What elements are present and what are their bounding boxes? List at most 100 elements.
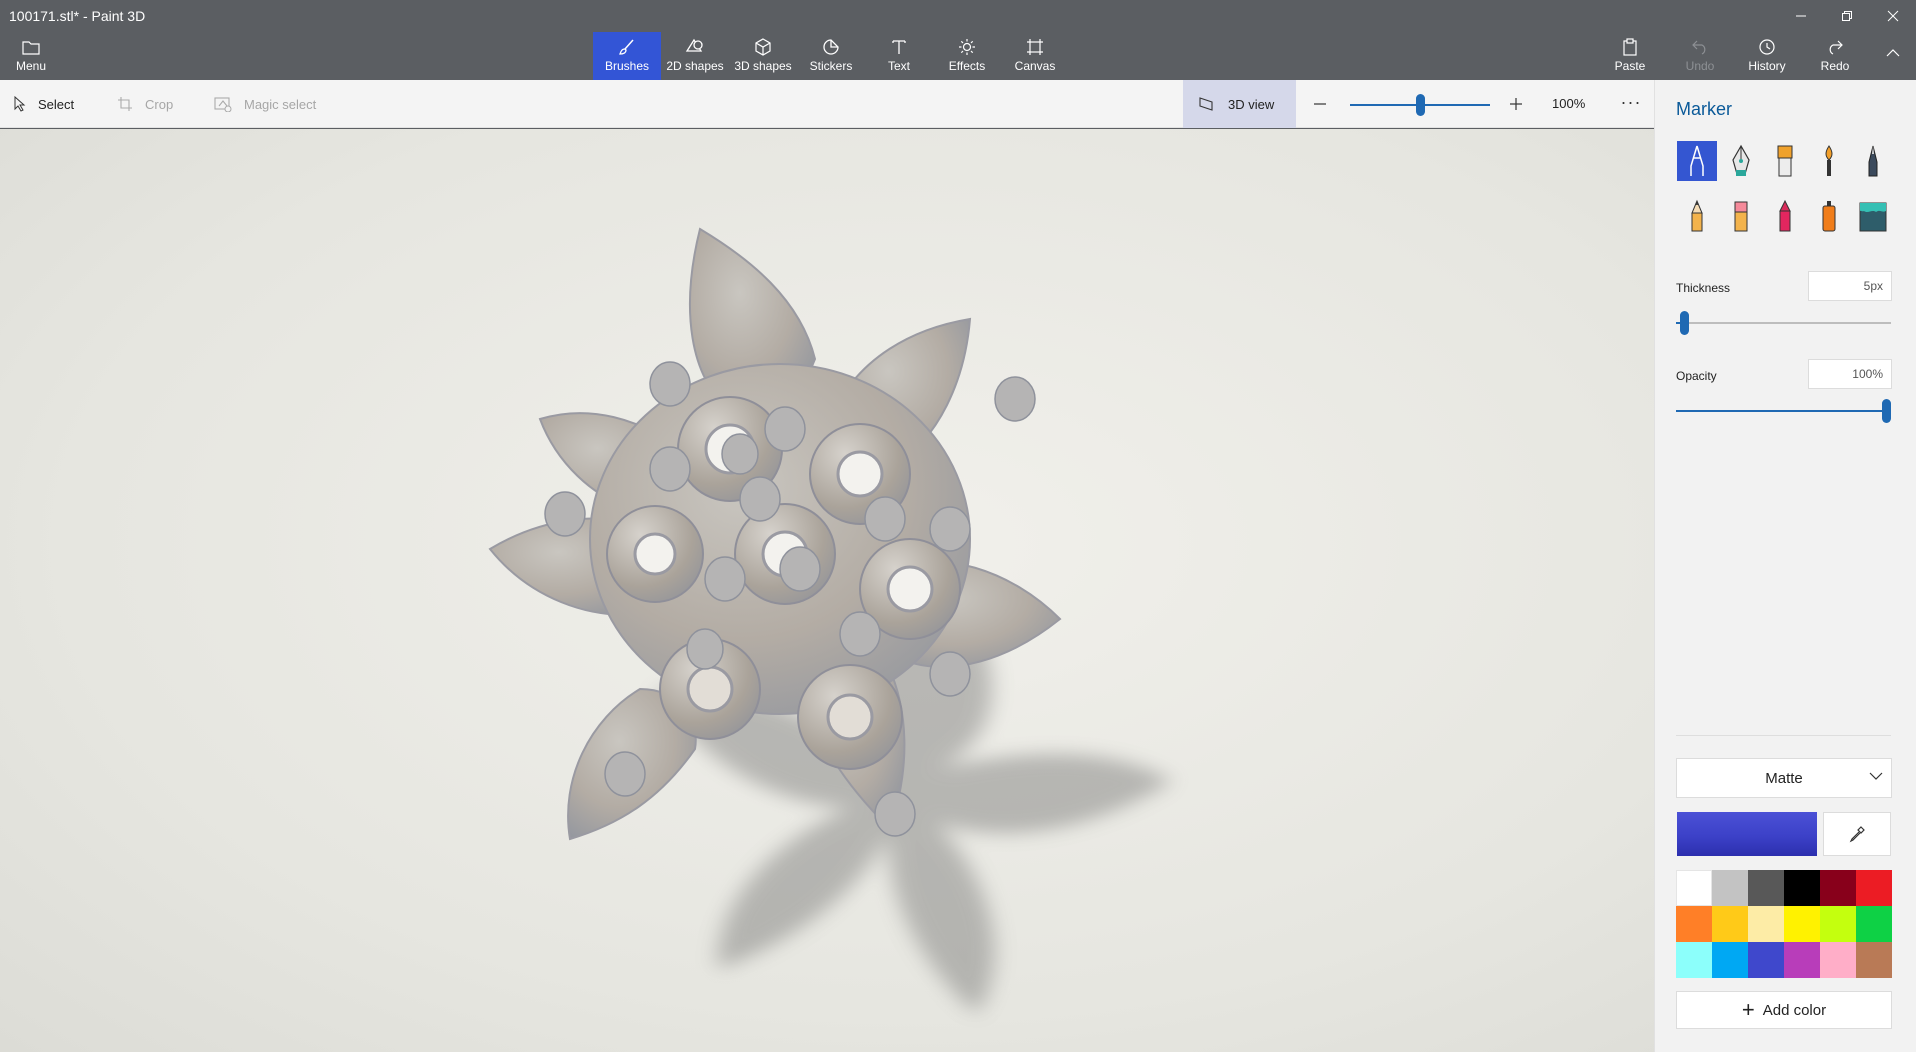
more-options-button[interactable]: ··· [1616,80,1646,128]
color-swatch[interactable] [1820,942,1856,978]
text-icon [892,40,906,54]
color-swatch[interactable] [1820,870,1856,906]
brush-spray-can[interactable] [1809,196,1849,236]
opacity-slider-thumb[interactable] [1882,399,1891,423]
tab-effects-label: Effects [948,59,986,73]
redo-button[interactable]: Redo [1805,32,1865,80]
zoom-value[interactable]: 100% [1552,80,1585,128]
brush-eraser[interactable] [1721,196,1761,236]
opacity-slider[interactable] [1676,399,1891,423]
plus-icon [1510,98,1522,110]
color-swatch[interactable] [1712,942,1748,978]
history-icon [1759,39,1775,55]
color-swatch[interactable] [1856,870,1892,906]
color-swatch[interactable] [1748,870,1784,906]
minimize-button[interactable] [1778,0,1824,32]
menu-button[interactable]: Menu [6,32,56,80]
brush-icon [619,39,634,55]
history-button[interactable]: History [1737,32,1797,80]
collapse-ribbon-button[interactable] [1878,32,1908,80]
color-swatch[interactable] [1820,906,1856,942]
brush-crayon[interactable] [1765,196,1805,236]
paste-button[interactable]: Paste [1600,32,1660,80]
zoom-in-button[interactable] [1501,80,1531,128]
stickers-icon [823,39,839,55]
close-button[interactable] [1870,0,1916,32]
color-swatch[interactable] [1748,942,1784,978]
panel-divider [1676,735,1891,736]
crop-tool[interactable]: Crop [117,80,173,128]
tab-brushes[interactable]: Brushes [593,32,661,80]
brush-oil[interactable] [1765,141,1805,181]
window-title: 100171.stl* - Paint 3D [9,8,146,24]
3d-model-view[interactable] [0,129,1654,1052]
crop-icon [118,97,132,111]
select-tool[interactable]: Select [14,80,74,128]
finish-dropdown[interactable]: Matte [1676,758,1892,798]
color-swatch[interactable] [1856,906,1892,942]
opacity-slider-fill [1676,410,1887,412]
brush-watercolor[interactable] [1809,141,1849,181]
tab-canvas-label: Canvas [1014,59,1056,73]
tab-3d-shapes[interactable]: 3D shapes [729,32,797,80]
undo-icon [1692,40,1706,55]
minus-icon [1314,103,1326,105]
zoom-out-button[interactable] [1305,80,1335,128]
tab-stickers[interactable]: Stickers [797,32,865,80]
crayon-icon [1779,199,1791,232]
opacity-input[interactable]: 100% [1808,359,1892,389]
thickness-input[interactable]: 5px [1808,271,1892,301]
pixel-pen-icon [1868,145,1878,177]
menu-label: Menu [15,59,47,73]
undo-button[interactable]: Undo [1670,32,1730,80]
color-swatch[interactable] [1676,906,1712,942]
magic-select-tool[interactable]: Magic select [214,80,316,128]
brush-pencil[interactable] [1677,196,1717,236]
thickness-slider[interactable] [1676,311,1891,335]
color-swatch[interactable] [1712,906,1748,942]
zoom-slider-thumb[interactable] [1416,94,1425,116]
finish-value: Matte [1765,769,1803,787]
select-label: Select [38,96,75,112]
thickness-slider-thumb[interactable] [1680,311,1689,335]
restore-button[interactable] [1824,0,1870,32]
tab-text[interactable]: Text [865,32,933,80]
paste-label: Paste [1614,59,1646,73]
color-swatch[interactable] [1676,870,1712,906]
eyedropper-button[interactable] [1823,812,1891,856]
color-palette [1676,870,1892,978]
color-swatch[interactable] [1676,942,1712,978]
add-color-button[interactable]: + Add color [1676,991,1892,1029]
color-swatch[interactable] [1856,942,1892,978]
color-swatch[interactable] [1784,906,1820,942]
tab-2d-shapes-label: 2D shapes [666,59,724,73]
color-swatch[interactable] [1748,906,1784,942]
close-icon [1887,10,1899,22]
brushes-panel: Marker Thickness 5px Opacity 100% Matte … [1654,80,1916,1052]
canvas-area[interactable] [0,129,1654,1052]
pencil-icon [1691,199,1703,232]
brush-pixel-pen[interactable] [1853,141,1893,181]
current-color-swatch[interactable] [1677,812,1817,856]
plus-icon: + [1741,997,1755,1022]
3d-view-icon [1199,97,1213,111]
brush-calligraphy-pen[interactable] [1721,141,1761,181]
panel-title: Marker [1676,99,1733,119]
tab-text-label: Text [887,59,910,73]
3d-view-toggle[interactable]: 3D view [1183,80,1296,128]
color-swatch[interactable] [1712,870,1748,906]
calligraphy-pen-icon [1732,144,1750,176]
tab-2d-shapes[interactable]: 2D shapes [661,32,729,80]
redo-icon [1829,40,1843,55]
add-color-label: Add color [1762,1001,1827,1019]
crop-label: Crop [145,96,174,112]
color-swatch[interactable] [1784,942,1820,978]
tab-effects[interactable]: Effects [933,32,1001,80]
3d-shapes-icon [755,38,771,56]
tab-canvas[interactable]: Canvas [1001,32,1069,80]
color-swatch[interactable] [1784,870,1820,906]
brush-fill[interactable] [1853,196,1893,236]
redo-label: Redo [1820,59,1850,73]
cursor-icon [14,96,26,112]
brush-marker[interactable] [1677,141,1717,181]
